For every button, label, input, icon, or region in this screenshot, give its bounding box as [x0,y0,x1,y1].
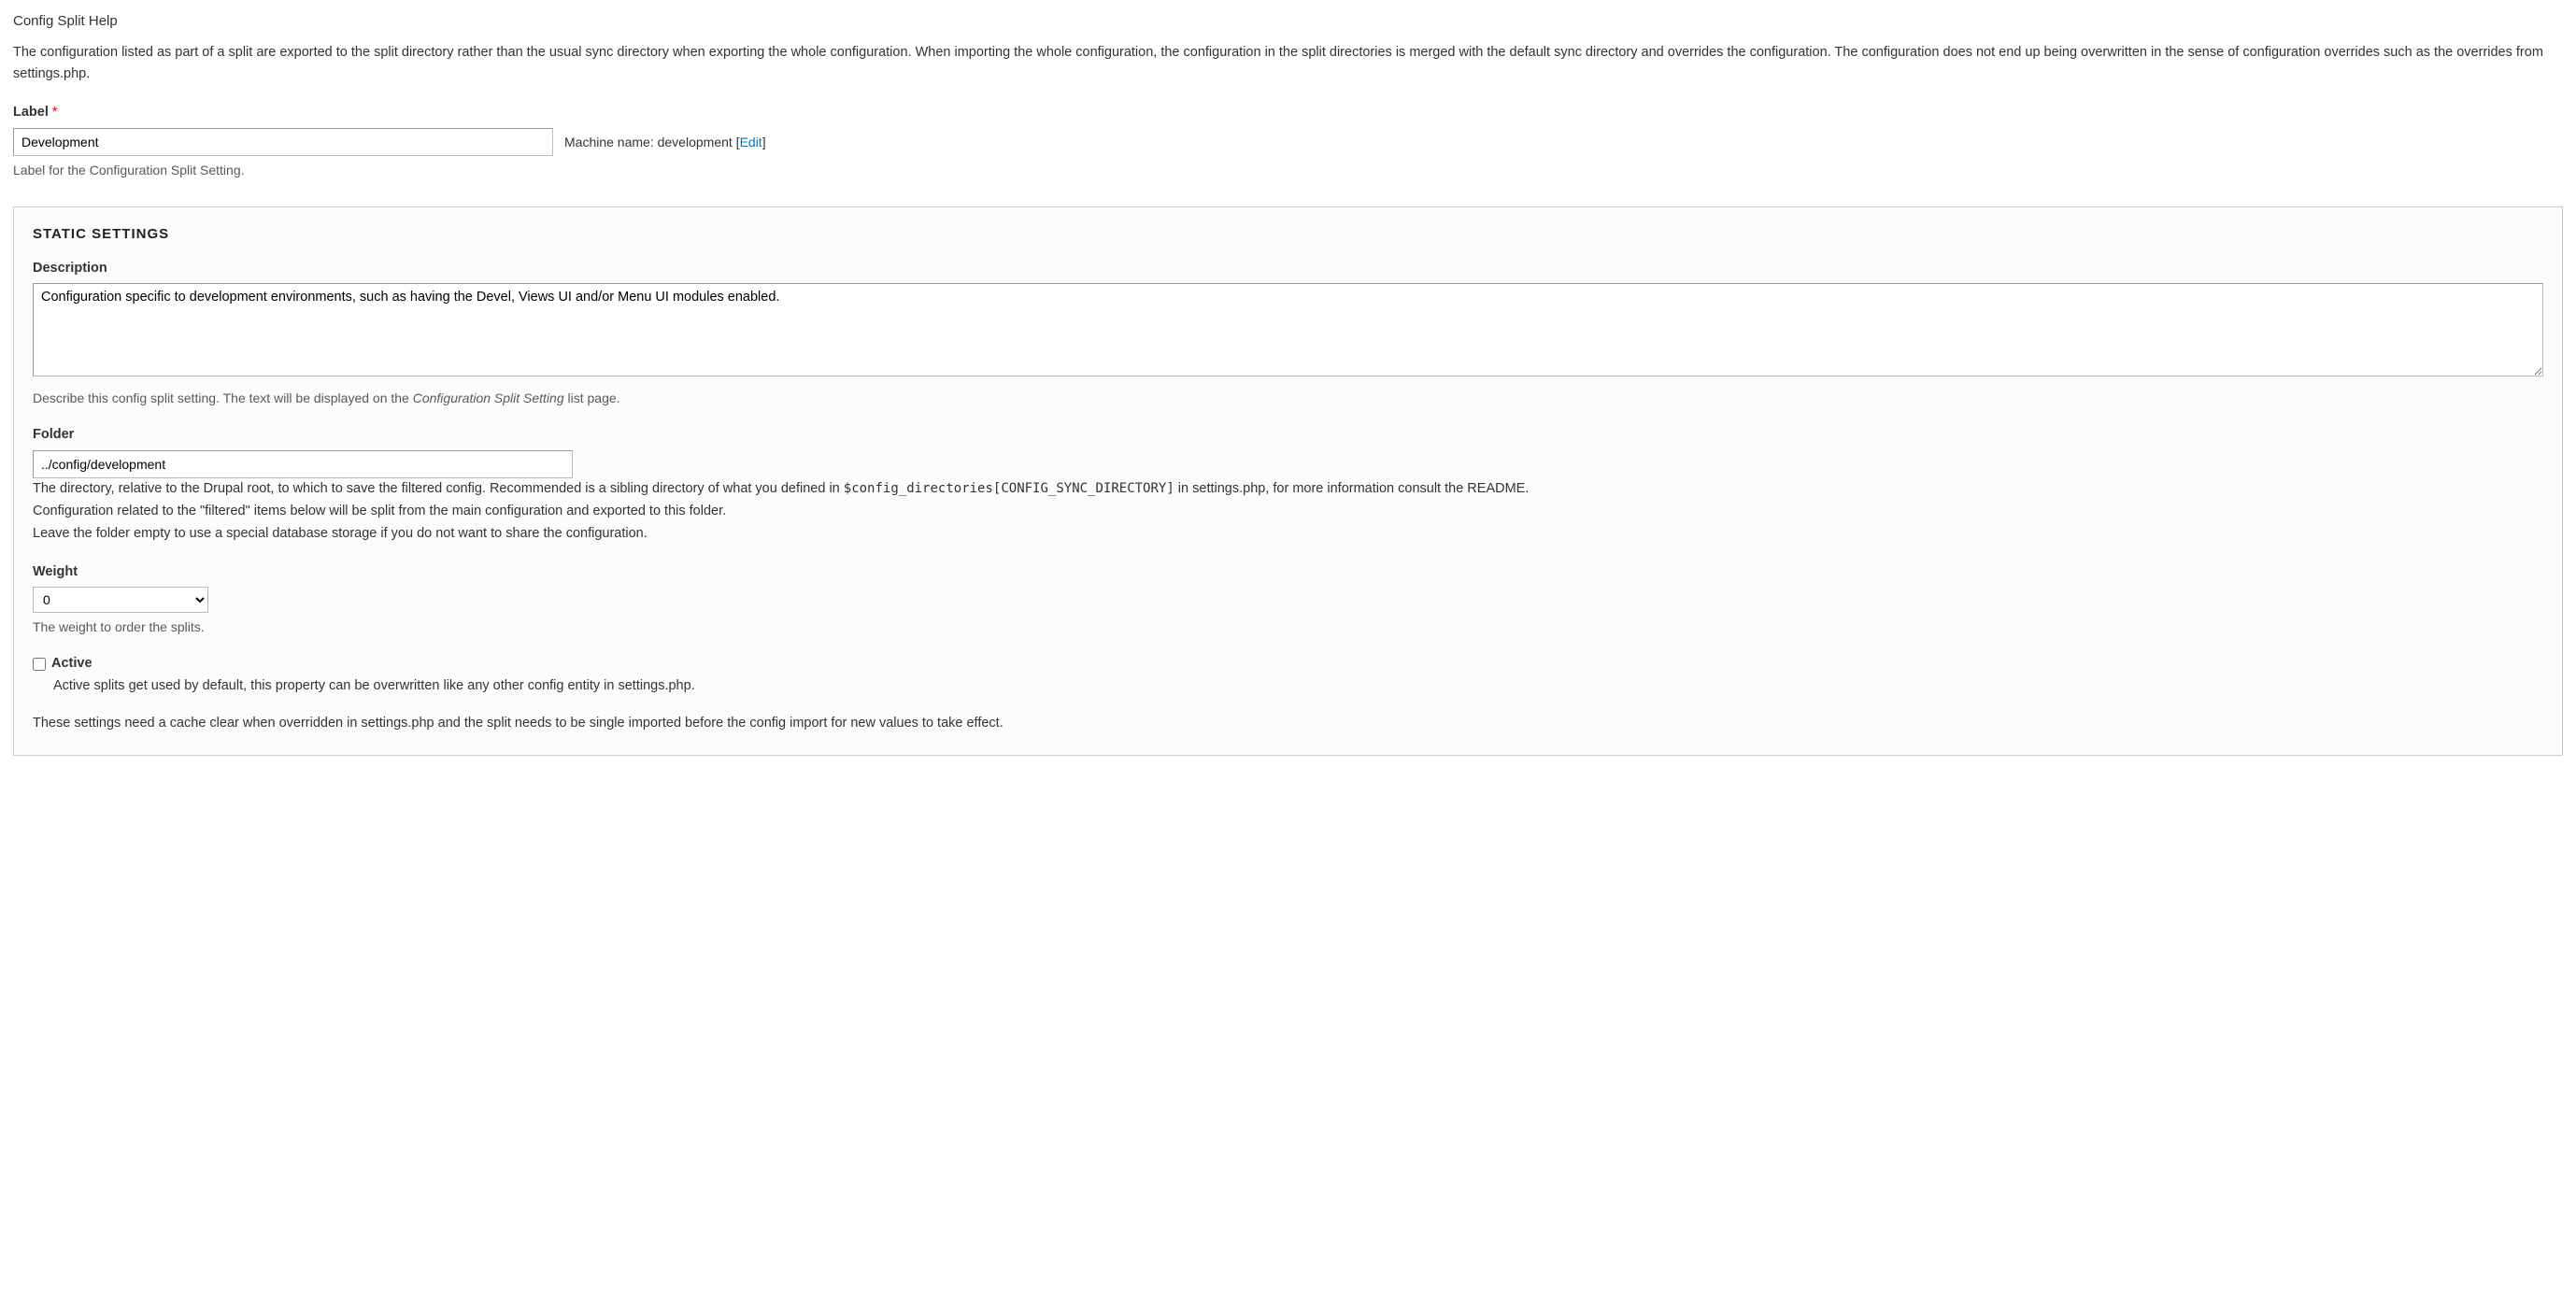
folder-label: Folder [33,425,2543,446]
folder-help-line3: Leave the folder empty to use a special … [33,523,2543,546]
description-help: Describe this config split setting. The … [33,389,2543,408]
weight-label: Weight [33,562,2543,583]
label-input[interactable] [13,128,553,156]
description-textarea[interactable]: Configuration specific to development en… [33,283,2543,376]
machine-name-edit-link[interactable]: Edit [740,135,762,149]
folder-help-line1-code: $config_directories[CONFIG_SYNC_DIRECTOR… [844,481,1174,496]
label-label-text: Label [13,105,49,120]
static-settings-legend: STATIC SETTINGS [33,224,2543,246]
cache-note: These settings need a cache clear when o… [33,714,2543,734]
folder-help-line1-pre: The directory, relative to the Drupal ro… [33,481,844,496]
static-settings-fieldset: STATIC SETTINGS Description Configuratio… [13,206,2563,756]
description-help-post: list page. [564,390,620,405]
folder-input[interactable] [33,450,573,478]
machine-name-value: development [658,135,733,149]
folder-help-line2: Configuration related to the "filtered" … [33,501,2543,523]
active-label: Active [51,654,93,674]
label-field-label: Label * [13,103,2563,123]
active-help: Active splits get used by default, this … [53,676,2543,697]
required-mark: * [52,105,58,120]
machine-name-prefix: Machine name: [564,135,658,149]
description-label: Description [33,259,2543,279]
folder-help: The directory, relative to the Drupal ro… [33,478,2543,546]
help-text: The configuration listed as part of a sp… [13,42,2563,87]
machine-name-display: Machine name: development [Edit] [564,133,766,152]
machine-name-bracket-close: ] [762,135,766,149]
active-checkbox[interactable] [33,658,46,671]
label-help-text: Label for the Configuration Split Settin… [13,161,2563,180]
weight-help: The weight to order the splits. [33,618,2543,637]
description-help-pre: Describe this config split setting. The … [33,390,413,405]
description-help-italic: Configuration Split Setting [413,390,564,405]
help-title: Config Split Help [13,11,2563,33]
weight-select[interactable]: 0 [33,587,208,613]
folder-help-line1-post: in settings.php, for more information co… [1174,481,1530,496]
